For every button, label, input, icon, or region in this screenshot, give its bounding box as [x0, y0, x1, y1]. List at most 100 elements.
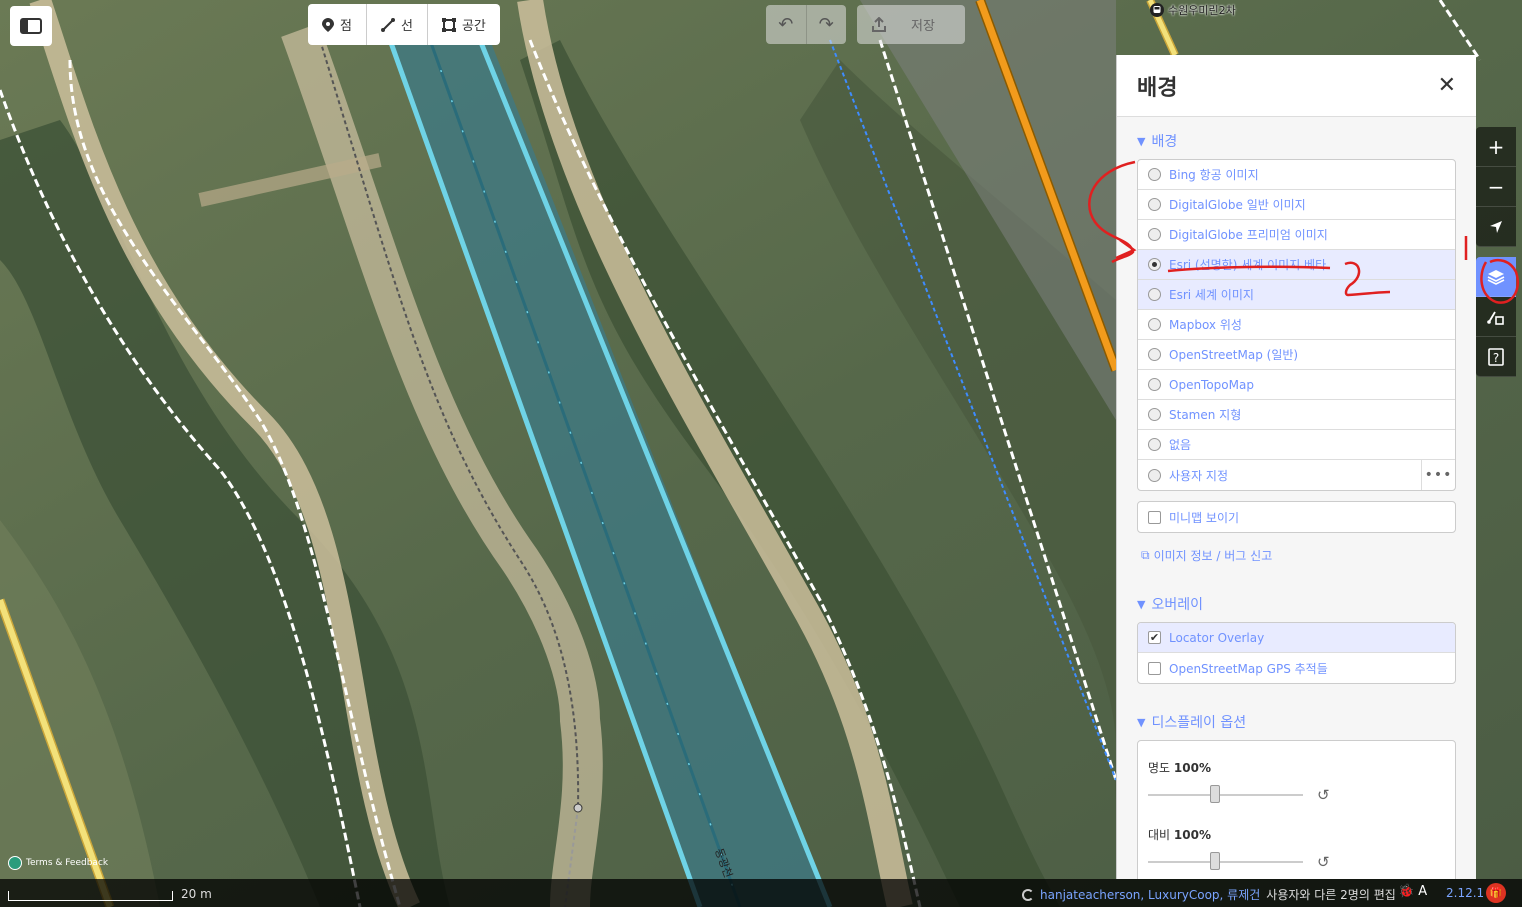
brightness-slider[interactable] — [1148, 785, 1303, 803]
redo-button[interactable]: ↷ — [807, 5, 847, 44]
contributors-suffix: 사용자와 다른 2명의 편집 — [1266, 888, 1396, 902]
custom-options-button[interactable]: ••• — [1421, 460, 1455, 490]
undo-button[interactable]: ↶ — [766, 5, 807, 44]
help-icon: ? — [1488, 347, 1504, 366]
background-option-osm[interactable]: OpenStreetMap (일반) — [1138, 340, 1455, 370]
contrast-value: 100% — [1173, 828, 1211, 842]
add-point-button[interactable]: 점 — [308, 4, 367, 45]
layers-icon — [1487, 269, 1505, 285]
display-section-toggle[interactable]: ▼ 디스플레이 옵션 — [1137, 712, 1476, 732]
globe-icon — [8, 856, 22, 870]
radio-button[interactable] — [1148, 348, 1161, 361]
save-button[interactable]: 저장 — [857, 5, 965, 44]
scale-bar[interactable]: 20 m — [8, 887, 212, 901]
overlay-section-toggle[interactable]: ▼ 오버레이 — [1137, 594, 1476, 614]
background-option-esri-world[interactable]: Esri 세계 이미지 — [1138, 280, 1455, 310]
scale-bar-graphic — [8, 891, 173, 901]
zoom-in-button[interactable]: + — [1476, 127, 1516, 167]
background-option-none[interactable]: 없음 — [1138, 430, 1455, 460]
brightness-label: 명도 100% — [1148, 759, 1445, 776]
brightness-slider-row: ↺ — [1148, 785, 1445, 804]
map-data-icon — [1487, 311, 1504, 325]
translate-icon[interactable]: A — [1418, 884, 1427, 899]
contributor-links[interactable]: hanjateacherson, LuxuryCoop, 류제건 — [1040, 886, 1260, 903]
radio-button[interactable] — [1148, 468, 1161, 482]
sidebar-toggle-button[interactable] — [10, 6, 52, 46]
add-area-button[interactable]: 공간 — [428, 4, 500, 45]
redo-icon: ↷ — [818, 14, 834, 35]
overlay-option-gps-traces[interactable]: OpenStreetMap GPS 추적들 — [1138, 653, 1455, 683]
bus-stop-marker[interactable]: 수원우미린2차 — [1150, 2, 1236, 18]
background-option-label: Bing 항공 이미지 — [1169, 168, 1259, 182]
radio-button-selected[interactable] — [1148, 258, 1161, 271]
display-options-box: 명도 100% ↺ 대비 100% ↺ — [1137, 740, 1456, 879]
map-attribution[interactable]: Terms & Feedback — [8, 856, 108, 870]
minus-icon: − — [1487, 174, 1505, 199]
add-line-button[interactable]: 선 — [367, 4, 428, 45]
background-pane-button[interactable] — [1476, 257, 1516, 297]
brightness-value: 100% — [1173, 761, 1211, 775]
contributors: hanjateacherson, LuxuryCoop, 류제건 사용자와 다른… — [1022, 886, 1396, 903]
background-option-bing[interactable]: Bing 항공 이미지 — [1138, 160, 1455, 190]
checkbox[interactable] — [1148, 661, 1161, 675]
background-option-opentopomap[interactable]: OpenTopoMap — [1138, 370, 1455, 400]
contrast-slider-row: ↺ — [1148, 852, 1445, 871]
geolocate-button[interactable] — [1476, 207, 1516, 247]
bug-icon[interactable]: 🐞 — [1398, 884, 1414, 899]
overlay-option-label: Locator Overlay — [1169, 630, 1265, 645]
background-option-digitalglobe-standard[interactable]: DigitalGlobe 일반 이미지 — [1138, 190, 1455, 220]
pane-title: 배경 — [1137, 75, 1178, 101]
gift-icon[interactable]: 🎁 — [1486, 883, 1506, 903]
reset-icon[interactable]: ↺ — [1317, 786, 1330, 804]
background-option-mapbox[interactable]: Mapbox 위성 — [1138, 310, 1455, 340]
background-option-stamen[interactable]: Stamen 지형 — [1138, 400, 1455, 430]
plus-icon: + — [1487, 134, 1505, 159]
location-arrow-icon — [1490, 220, 1502, 233]
background-option-esri-clarity[interactable]: Esri (선명한) 세계 이미지 베타 — [1138, 250, 1455, 280]
version-label[interactable]: 2.12.1 — [1446, 886, 1484, 900]
radio-button[interactable] — [1148, 288, 1161, 301]
background-option-label: OpenStreetMap (일반) — [1169, 348, 1299, 362]
background-option-label: Stamen 지형 — [1169, 408, 1242, 422]
help-pane-button[interactable]: ? — [1476, 337, 1516, 377]
external-link-icon: ⧉ — [1141, 548, 1150, 562]
background-section-title: 배경 — [1151, 134, 1178, 150]
radio-button[interactable] — [1148, 408, 1161, 421]
background-option-custom[interactable]: 사용자 지정 ••• — [1138, 460, 1455, 490]
background-section-toggle[interactable]: ▼ 배경 — [1137, 131, 1476, 151]
radio-button[interactable] — [1148, 318, 1161, 331]
zoom-out-button[interactable]: − — [1476, 167, 1516, 207]
radio-button[interactable] — [1148, 228, 1161, 241]
svg-text:?: ? — [1493, 351, 1499, 365]
checkbox[interactable] — [1148, 510, 1161, 524]
minimap-box: 미니맵 보이기 — [1137, 501, 1456, 533]
radio-button[interactable] — [1148, 168, 1161, 181]
overlay-section-title: 오버레이 — [1151, 597, 1203, 613]
minimap-label: 미니맵 보이기 — [1169, 510, 1240, 525]
point-icon — [322, 17, 334, 32]
brightness-label-text: 명도 — [1148, 761, 1171, 775]
more-icon: ••• — [1424, 467, 1453, 483]
sidebar-icon — [20, 18, 42, 34]
imagery-info-link[interactable]: ⧉ 이미지 정보 / 버그 신고 — [1141, 547, 1456, 564]
display-section-title: 디스플레이 옵션 — [1151, 715, 1247, 731]
background-option-label: Esri 세계 이미지 — [1169, 288, 1254, 302]
reset-icon[interactable]: ↺ — [1317, 853, 1330, 871]
background-option-label: 사용자 지정 — [1169, 468, 1229, 483]
contrast-slider[interactable] — [1148, 852, 1303, 870]
checkbox-checked[interactable]: ✔ — [1148, 631, 1161, 644]
overlay-option-locator[interactable]: ✔ Locator Overlay — [1138, 623, 1455, 653]
pane-header: 배경 ✕ — [1117, 55, 1476, 117]
radio-button[interactable] — [1148, 438, 1161, 451]
minimap-toggle[interactable]: 미니맵 보이기 — [1138, 502, 1455, 532]
background-option-label: DigitalGlobe 일반 이미지 — [1169, 198, 1306, 212]
radio-button[interactable] — [1148, 198, 1161, 211]
close-pane-button[interactable]: ✕ — [1438, 73, 1456, 98]
slider-thumb[interactable] — [1210, 785, 1220, 803]
slider-thumb[interactable] — [1210, 852, 1220, 870]
map-data-pane-button[interactable] — [1476, 297, 1516, 337]
add-point-label: 점 — [340, 19, 352, 34]
radio-button[interactable] — [1148, 378, 1161, 391]
background-option-digitalglobe-premium[interactable]: DigitalGlobe 프리미엄 이미지 — [1138, 220, 1455, 250]
background-option-label: DigitalGlobe 프리미엄 이미지 — [1169, 228, 1328, 242]
